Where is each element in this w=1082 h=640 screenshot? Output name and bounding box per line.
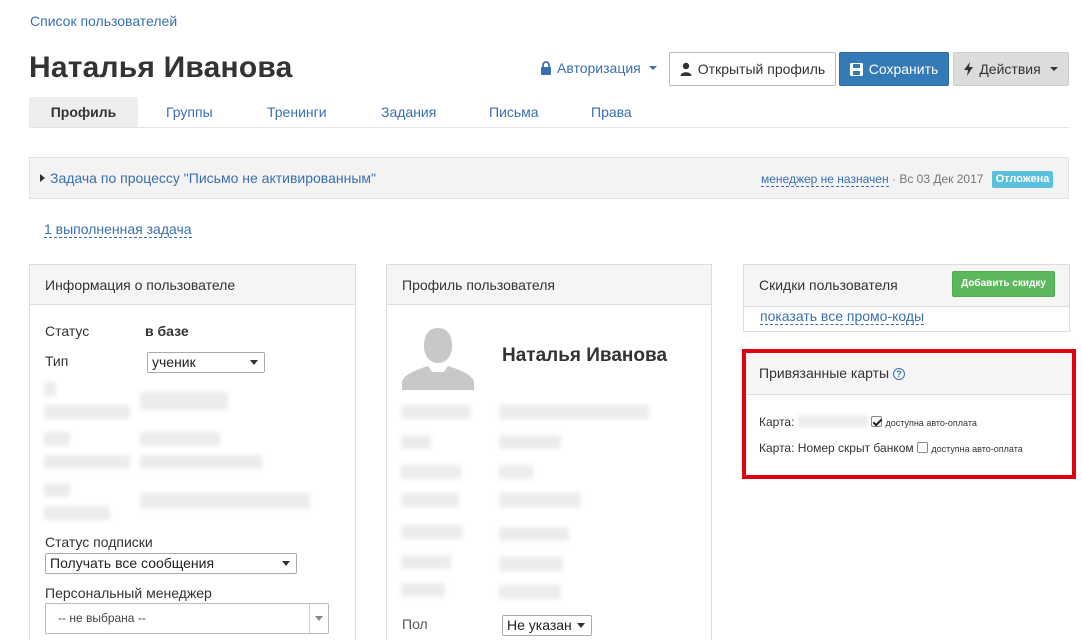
save-button[interactable]: Сохранить bbox=[839, 52, 949, 86]
redacted-field bbox=[44, 483, 70, 497]
discounts-title: Скидки пользователя bbox=[759, 277, 898, 293]
cards-panel: Привязанные карты ? Карта: доступна авто… bbox=[746, 353, 1072, 475]
subscription-label: Статус подписки bbox=[45, 534, 153, 550]
redacted-field bbox=[401, 525, 463, 539]
status-value: в базе bbox=[145, 323, 189, 339]
discounts-header: Скидки пользователя Добавить скидку bbox=[744, 265, 1069, 307]
open-profile-button[interactable]: Открытый профиль bbox=[669, 52, 836, 86]
tab-trainings[interactable]: Тренинги bbox=[267, 97, 327, 127]
redacted-field bbox=[401, 493, 459, 507]
autopay-checkbox-1[interactable] bbox=[871, 416, 883, 427]
triangle-down-icon bbox=[315, 616, 323, 621]
type-select-value: ученик bbox=[152, 354, 196, 370]
tab-rights[interactable]: Права bbox=[591, 97, 632, 127]
gender-select[interactable]: Не указан bbox=[502, 615, 592, 636]
divider bbox=[309, 604, 310, 633]
tab-profile[interactable]: Профиль bbox=[29, 97, 138, 127]
breadcrumb-link[interactable]: Список пользователей bbox=[30, 13, 177, 29]
page-title: Наталья Иванова bbox=[29, 51, 293, 84]
tab-letters[interactable]: Письма bbox=[489, 97, 539, 127]
redacted-field bbox=[401, 465, 461, 479]
lock-icon bbox=[541, 61, 551, 75]
redacted-value bbox=[140, 392, 228, 410]
redacted-field bbox=[401, 555, 451, 569]
gender-label: Пол bbox=[402, 616, 428, 632]
auth-dropdown[interactable]: Авторизация bbox=[540, 60, 657, 76]
cards-title: Привязанные карты bbox=[759, 365, 890, 381]
redacted-value bbox=[499, 435, 561, 449]
card-row-2: Карта: Номер скрыт банком доступна авто-… bbox=[759, 441, 1023, 455]
redacted-value bbox=[140, 493, 310, 509]
tab-assignments[interactable]: Задания bbox=[381, 97, 436, 127]
status-label: Статус bbox=[45, 323, 90, 339]
open-profile-label: Открытый профиль bbox=[697, 61, 826, 77]
triangle-down-icon bbox=[250, 360, 258, 365]
actions-dropdown[interactable]: Действия bbox=[953, 52, 1069, 86]
user-info-panel: Информация о пользователе Статус в базе … bbox=[29, 264, 356, 640]
redacted-field bbox=[44, 455, 130, 469]
tab-bar: Профиль Группы Тренинги Задания Письма П… bbox=[29, 97, 1069, 128]
user-profile-panel: Профиль пользователя Наталья Иванова Пол… bbox=[386, 264, 712, 640]
show-promos-link[interactable]: показать все промо-коды bbox=[760, 308, 925, 325]
card1-label: Карта: bbox=[759, 415, 795, 429]
redacted-value bbox=[499, 585, 561, 599]
tab-groups[interactable]: Группы bbox=[166, 97, 213, 127]
redacted-field bbox=[44, 405, 130, 419]
triangle-down-icon bbox=[282, 561, 290, 566]
redacted-value bbox=[499, 493, 581, 507]
type-select[interactable]: ученик bbox=[147, 352, 265, 373]
manager-link[interactable]: менеджер не назначен bbox=[761, 172, 889, 187]
redacted-value bbox=[140, 455, 262, 469]
redacted-value bbox=[499, 527, 569, 541]
discounts-panel: Скидки пользователя Добавить скидку пока… bbox=[743, 264, 1070, 332]
caret-down-icon bbox=[648, 66, 657, 70]
card2-autopay-label: доступна авто-оплата bbox=[931, 444, 1023, 454]
card2-label: Карта: Номер скрыт банком bbox=[759, 441, 914, 455]
help-icon[interactable]: ? bbox=[893, 368, 905, 380]
task-link[interactable]: Задача по процессу "Письмо не активирова… bbox=[50, 170, 376, 186]
redacted-value bbox=[499, 557, 563, 571]
gender-select-value: Не указан bbox=[507, 617, 572, 633]
redacted-card-number bbox=[797, 415, 868, 427]
cards-header: Привязанные карты ? bbox=[746, 353, 1072, 395]
caret-down-icon bbox=[1049, 67, 1058, 71]
redacted-field bbox=[401, 583, 445, 597]
lightning-icon bbox=[964, 62, 974, 76]
save-label: Сохранить bbox=[868, 61, 939, 77]
completed-tasks-link[interactable]: 1 выполненная задача bbox=[44, 221, 192, 238]
card1-autopay-label: доступна авто-оплата bbox=[885, 418, 977, 428]
subscription-select[interactable]: Получать все сообщения bbox=[45, 553, 297, 574]
actions-label: Действия bbox=[979, 61, 1041, 77]
user-icon bbox=[680, 62, 692, 76]
redacted-value bbox=[499, 405, 649, 419]
redacted-value bbox=[499, 465, 533, 479]
triangle-down-icon bbox=[577, 623, 585, 628]
highlight-frame: Привязанные карты ? Карта: доступна авто… bbox=[742, 349, 1076, 479]
redacted-field bbox=[401, 405, 471, 419]
card-row-1: Карта: доступна авто-оплата bbox=[759, 415, 977, 429]
user-info-header: Информация о пользователе bbox=[30, 265, 355, 305]
subscription-select-value: Получать все сообщения bbox=[50, 555, 215, 571]
status-badge: Отложена bbox=[992, 171, 1053, 188]
redacted-value bbox=[140, 432, 220, 446]
add-discount-button[interactable]: Добавить скидку bbox=[952, 271, 1055, 297]
redacted-field bbox=[401, 435, 431, 449]
manager-label: Персональный менеджер bbox=[45, 585, 212, 601]
expand-triangle-icon[interactable] bbox=[40, 174, 45, 182]
redacted-field bbox=[44, 432, 70, 446]
type-label: Тип bbox=[45, 353, 69, 369]
user-profile-header: Профиль пользователя bbox=[387, 265, 711, 305]
task-date: · Вс 03 Дек 2017 bbox=[892, 172, 984, 186]
autopay-checkbox-2[interactable] bbox=[916, 442, 928, 453]
redacted-field bbox=[44, 506, 110, 520]
manager-select-value: -- не выбрана -- bbox=[58, 611, 146, 625]
floppy-disk-icon bbox=[849, 62, 863, 76]
task-bar: Задача по процессу "Письмо не активирова… bbox=[29, 157, 1069, 199]
auth-label: Авторизация bbox=[557, 60, 641, 76]
profile-name: Наталья Иванова bbox=[502, 345, 668, 366]
redacted-field bbox=[44, 382, 56, 396]
avatar-placeholder-icon bbox=[402, 322, 474, 390]
manager-select[interactable]: -- не выбрана -- bbox=[45, 603, 329, 634]
